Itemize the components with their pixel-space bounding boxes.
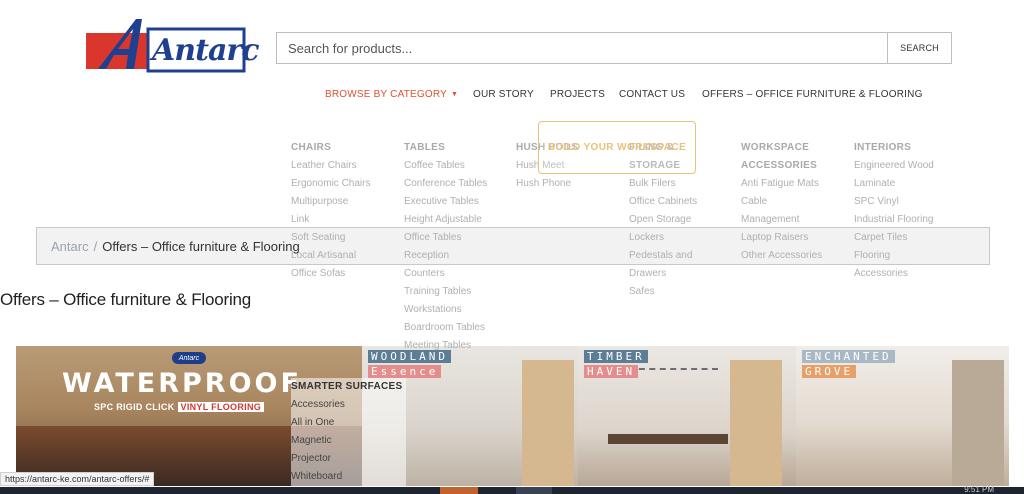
breadcrumb-home-link[interactable]: Antarc xyxy=(51,239,89,254)
menu-item[interactable]: Meeting Tables xyxy=(404,337,487,355)
menu-item[interactable]: Training Tables xyxy=(404,283,487,301)
menu-item[interactable]: Link xyxy=(291,211,370,229)
menu-item[interactable]: Office Cabinets xyxy=(629,193,697,211)
banner-brand-line1: ENCHANTED xyxy=(802,350,895,363)
menu-item[interactable]: Engineered Wood xyxy=(854,157,934,175)
banner-brand-line1: TIMBER xyxy=(584,350,648,363)
menu-item[interactable]: Multipurpose xyxy=(291,193,370,211)
menu-heading[interactable]: CHAIRS xyxy=(291,139,370,157)
nav-browse-label: BROWSE BY CATEGORY xyxy=(325,89,447,100)
menu-item[interactable]: Anti Fatigue Mats xyxy=(741,175,822,193)
menu-item[interactable]: Coffee Tables xyxy=(404,157,487,175)
menu-item[interactable]: Bulk Filers xyxy=(629,175,697,193)
banner-headline: WATERPROOF xyxy=(62,368,302,399)
menu-heading-line2[interactable]: ACCESSORIES xyxy=(741,157,822,175)
banner-mini-logo: Antarc xyxy=(172,352,206,364)
main-nav: BROWSE BY CATEGORY ▼ OUR STORY PROJECTS C… xyxy=(0,89,1024,103)
menu-item[interactable]: Reception xyxy=(404,247,487,265)
nav-offers[interactable]: OFFERS – OFFICE FURNITURE & FLOORING xyxy=(702,89,923,100)
taskbar-app[interactable] xyxy=(440,487,478,494)
menu-item[interactable]: Local Artisanal xyxy=(291,247,370,265)
menu-item[interactable]: Laminate xyxy=(854,175,934,193)
antarc-logo[interactable]: Antarc xyxy=(78,17,259,75)
search-button[interactable]: SEARCH xyxy=(887,33,951,63)
menu-item[interactable]: Industrial Flooring xyxy=(854,211,934,229)
menu-item[interactable]: Cable xyxy=(741,193,822,211)
nav-browse-by-category[interactable]: BROWSE BY CATEGORY ▼ xyxy=(325,89,458,100)
menu-item[interactable]: SPC Vinyl xyxy=(854,193,934,211)
menu-item[interactable]: Leather Chairs xyxy=(291,157,370,175)
breadcrumb-separator: / xyxy=(93,238,98,254)
banner-timber-haven[interactable]: TIMBER HAVEN xyxy=(578,346,796,486)
menu-column-workspace-accessories: WORKSPACE ACCESSORIES Anti Fatigue Mats … xyxy=(741,139,822,265)
banner-brand-line2: GROVE xyxy=(802,365,857,378)
logo-text: Antarc xyxy=(152,33,259,68)
taskbar-app[interactable] xyxy=(516,487,552,494)
menu-item[interactable]: Other Accessories xyxy=(741,247,822,265)
menu-column-tables: TABLES Coffee Tables Conference Tables E… xyxy=(404,139,487,355)
page-title: Offers – Office furniture & Flooring xyxy=(0,290,252,309)
menu-item[interactable]: Projector xyxy=(291,450,407,468)
menu-item[interactable]: Carpet Tiles xyxy=(854,229,934,247)
menu-item[interactable]: Open Storage xyxy=(629,211,697,229)
menu-item[interactable]: Hush Phone xyxy=(516,175,578,193)
plank-sample xyxy=(952,360,1004,486)
banner-subline-text: SPC RIGID CLICK xyxy=(94,402,175,412)
menu-item[interactable]: Management xyxy=(741,211,822,229)
taskbar-clock: 9:51 PM xyxy=(964,485,994,494)
nav-contact-us[interactable]: CONTACT US xyxy=(619,89,685,100)
menu-item[interactable]: Accessories xyxy=(291,396,407,414)
os-taskbar: 9:51 PM xyxy=(0,485,1024,494)
menu-item[interactable]: Flooring xyxy=(854,247,934,265)
banner-brand-line2: HAVEN xyxy=(584,365,639,378)
nav-our-story[interactable]: OUR STORY xyxy=(473,89,534,100)
menu-item[interactable]: Lockers xyxy=(629,229,697,247)
menu-item[interactable]: Boardroom Tables xyxy=(404,319,487,337)
menu-heading[interactable]: INTERIORS xyxy=(854,139,934,157)
menu-item[interactable]: Office Sofas xyxy=(291,265,370,283)
banner-brand: TIMBER HAVEN xyxy=(584,350,648,378)
menu-item[interactable]: Safes xyxy=(629,283,697,301)
offer-banners: Antarc WATERPROOF SPC RIGID CLICK VINYL F… xyxy=(16,346,1009,486)
menu-item[interactable]: Height Adjustable xyxy=(404,211,487,229)
breadcrumb: Antarc / Offers – Office furniture & Flo… xyxy=(36,227,990,265)
build-your-workspace-button[interactable]: BUILD YOUR WORKSPACE xyxy=(538,121,696,174)
table-art xyxy=(608,434,728,444)
nav-projects[interactable]: PROJECTS xyxy=(550,89,605,100)
search-input[interactable] xyxy=(277,33,887,63)
menu-item[interactable]: All in One xyxy=(291,414,407,432)
menu-item[interactable]: Soft Seating xyxy=(291,229,370,247)
menu-column-chairs: CHAIRS Leather Chairs Ergonomic Chairs M… xyxy=(291,139,370,283)
link-status-bar: https://antarc-ke.com/antarc-offers/# xyxy=(0,472,155,486)
menu-item[interactable]: Workstations xyxy=(404,301,487,319)
plank-sample xyxy=(522,360,574,486)
breadcrumb-current: Offers – Office furniture & Flooring xyxy=(102,238,300,254)
menu-item[interactable]: Whiteboard xyxy=(291,468,407,486)
menu-item[interactable]: Pedestals and xyxy=(629,247,697,265)
menu-item[interactable]: Office Tables xyxy=(404,229,487,247)
menu-column-smarter-surfaces: SMARTER SURFACES Accessories All in One … xyxy=(291,378,407,486)
plank-sample xyxy=(730,360,782,486)
banner-brand: ENCHANTED GROVE xyxy=(802,350,895,378)
menu-item[interactable]: Counters xyxy=(404,265,487,283)
menu-column-interiors: INTERIORS Engineered Wood Laminate SPC V… xyxy=(854,139,934,283)
menu-item[interactable]: Executive Tables xyxy=(404,193,487,211)
menu-item[interactable]: Accessories xyxy=(854,265,934,283)
menu-heading[interactable]: SMARTER SURFACES xyxy=(291,378,407,396)
search-bar: SEARCH xyxy=(276,32,952,64)
banner-subline-highlight: VINYL FLOORING xyxy=(177,402,265,412)
banner-subline: SPC RIGID CLICK VINYL FLOORING xyxy=(94,402,265,412)
banner-enchanted-grove[interactable]: ENCHANTED GROVE xyxy=(796,346,1009,486)
banner-brand-line2: Essence xyxy=(368,365,442,378)
menu-heading-line1[interactable]: WORKSPACE xyxy=(741,139,822,157)
menu-item[interactable]: Drawers xyxy=(629,265,697,283)
menu-item[interactable]: Conference Tables xyxy=(404,175,487,193)
caret-down-icon: ▼ xyxy=(450,91,459,98)
menu-item[interactable]: Laptop Raisers xyxy=(741,229,822,247)
menu-heading[interactable]: TABLES xyxy=(404,139,487,157)
menu-item[interactable]: Magnetic xyxy=(291,432,407,450)
menu-item[interactable]: Ergonomic Chairs xyxy=(291,175,370,193)
